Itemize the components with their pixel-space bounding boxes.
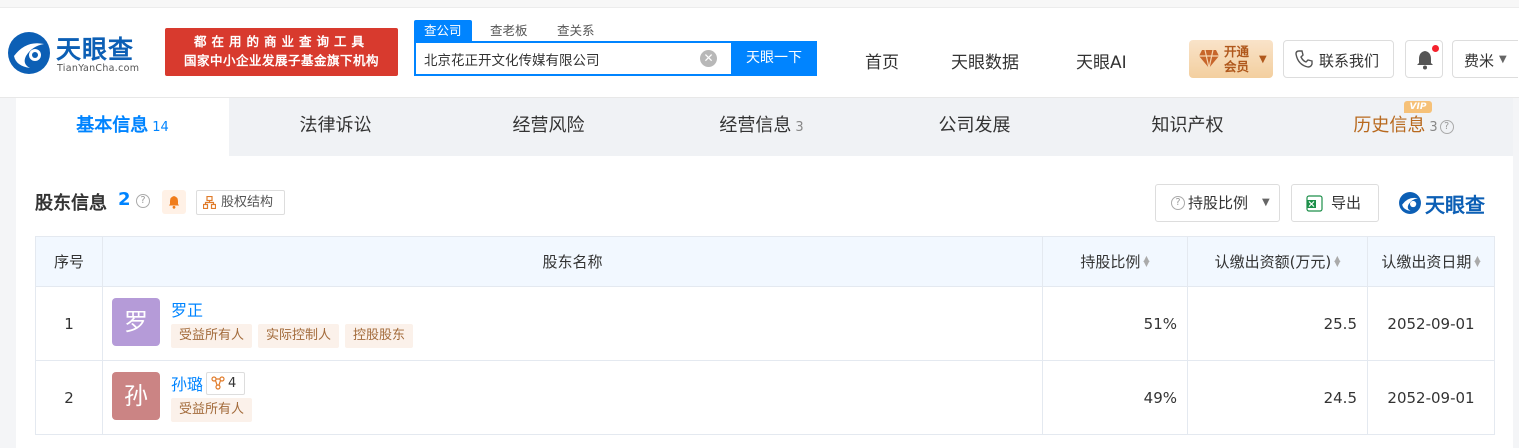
search-box: ✕ [414, 41, 731, 76]
tag-list: 受益所有人 [171, 398, 258, 422]
help-icon[interactable]: ? [136, 194, 150, 208]
phone-icon [1295, 50, 1313, 68]
avatar[interactable]: 罗 [112, 298, 160, 346]
sort-icon: ▲ ▼ [1334, 254, 1341, 268]
nav-ai[interactable]: 天眼AI [1076, 48, 1127, 73]
vip-badge: VIP [1404, 101, 1432, 113]
vip-button[interactable]: 开通 会员 ▼ [1189, 40, 1273, 78]
promo-banner[interactable]: 都在用的商业查询工具 国家中小企业发展子基金旗下机构 [165, 28, 398, 76]
banner-line-1: 都在用的商业查询工具 [193, 34, 369, 49]
bell-icon [1417, 51, 1433, 70]
date-value: 2052-09-01 [1367, 286, 1495, 361]
export-button[interactable]: 导出 [1291, 184, 1379, 222]
shareholder-table: 序号 股东名称 持股比例 ▲ ▼ 认缴出资额(万元) ▲ ▼ 认缴出资日期 ▲ ▼ 1 罗 … [35, 236, 1495, 435]
diamond-icon [1199, 49, 1219, 69]
tag-beneficial-owner[interactable]: 受益所有人 [171, 324, 253, 348]
date-value: 2052-09-01 [1367, 360, 1495, 435]
nav-data[interactable]: 天眼数据 [951, 48, 1019, 73]
contact-button[interactable]: 联系我们 [1283, 40, 1394, 78]
search-button[interactable]: 天眼一下 [731, 41, 817, 76]
caret-down-icon: ▼ [1262, 197, 1270, 208]
logo-text: 天眼查 [56, 35, 135, 64]
amount-value: 24.5 [1187, 360, 1368, 435]
shareholder-name-cell: 孙 孙璐 4 受益所有人 [102, 360, 1043, 435]
tianyancha-logo-icon [1399, 192, 1421, 214]
col-name: 股东名称 [102, 236, 1043, 287]
browser-top-strip [0, 0, 1519, 8]
tianyancha-watermark: 天眼查 [1398, 188, 1498, 218]
search-input[interactable] [416, 43, 686, 74]
excel-icon [1306, 195, 1323, 212]
amount-value: 25.5 [1187, 286, 1368, 361]
relation-icon [211, 376, 225, 390]
related-companies-badge[interactable]: 4 [206, 372, 245, 395]
tianyancha-logo[interactable]: 天眼查 TianYanCha.com [6, 30, 158, 80]
avatar[interactable]: 孙 [112, 372, 160, 420]
ratio-sort-dropdown[interactable]: ? 持股比例 ▼ [1155, 184, 1280, 222]
tab-business[interactable]: 经营信息 3 [655, 98, 868, 156]
user-menu-button[interactable]: 费米 ▼ [1452, 40, 1518, 78]
nav-home[interactable]: 首页 [865, 48, 899, 73]
notification-dot [1432, 45, 1439, 52]
bell-icon [169, 196, 179, 209]
user-name: 费米 [1464, 52, 1495, 70]
table-header-row: 序号 股东名称 持股比例 ▲ ▼ 认缴出资额(万元) ▲ ▼ 认缴出资日期 ▲ ▼ [35, 236, 1495, 287]
shareholder-name-cell: 罗 罗正 受益所有人 实际控制人 控股股东 [102, 286, 1043, 361]
help-icon: ? [1171, 196, 1185, 210]
search-tab-relation[interactable]: 查关系 [557, 20, 595, 41]
tianyancha-logo-icon [8, 32, 50, 74]
tag-list: 受益所有人 实际控制人 控股股东 [171, 324, 419, 348]
logo-subtext: TianYanCha.com [57, 63, 140, 74]
ratio-value: 51% [1042, 286, 1188, 361]
table-row: 1 罗 罗正 受益所有人 实际控制人 控股股东 51% 25.5 2052-09-0… [35, 286, 1495, 361]
tag-actual-controller[interactable]: 实际控制人 [258, 324, 340, 348]
vip-label: 开通 会员 [1224, 44, 1250, 74]
tab-risk[interactable]: 经营风险 [442, 98, 655, 156]
company-tab-bar: 基本信息 14 法律诉讼 经营风险 经营信息 3 公司发展 知识产权 历史信息 3? [16, 98, 1513, 156]
notification-button[interactable] [1405, 40, 1443, 78]
equity-structure-icon [203, 196, 216, 209]
sort-icon: ▲ ▼ [1474, 254, 1481, 268]
col-ratio[interactable]: 持股比例 ▲ ▼ [1042, 236, 1188, 287]
section-title: 股东信息 [35, 193, 107, 214]
monitor-button[interactable] [162, 190, 186, 214]
equity-structure-button[interactable]: 股权结构 [196, 190, 285, 215]
tag-controlling-shareholder[interactable]: 控股股东 [345, 324, 414, 348]
clear-icon[interactable]: ✕ [700, 50, 717, 67]
col-amount[interactable]: 认缴出资额(万元) ▲ ▼ [1187, 236, 1368, 287]
tag-beneficial-owner[interactable]: 受益所有人 [171, 398, 253, 422]
watermark-text: 天眼查 [1425, 193, 1485, 217]
banner-line-2: 国家中小企业发展子基金旗下机构 [183, 53, 379, 68]
shareholder-card: 股东信息 2 ? 股权结构 ? 持股比例 ▼ 导出 天眼查 序号 股东名称 持股… [16, 156, 1513, 448]
top-header: 天眼查 TianYanCha.com 都在用的商业查询工具 国家中小企业发展子基… [0, 0, 1519, 98]
contact-label: 联系我们 [1319, 52, 1380, 70]
tab-ip[interactable]: 知识产权 [1081, 98, 1294, 156]
tab-legal[interactable]: 法律诉讼 [229, 98, 442, 156]
search-tab-company[interactable]: 查公司 [414, 20, 472, 41]
tab-basic-info[interactable]: 基本信息 14 [16, 98, 229, 156]
row-index: 2 [35, 360, 103, 435]
section-count: 2 [118, 189, 131, 210]
row-index: 1 [35, 286, 103, 361]
shareholder-name-link[interactable]: 孙璐 [171, 371, 203, 395]
sort-icon: ▲ ▼ [1143, 254, 1150, 268]
col-index: 序号 [35, 236, 103, 287]
caret-down-icon: ▼ [1259, 54, 1267, 65]
search-tab-boss[interactable]: 查老板 [490, 20, 528, 41]
caret-down-icon: ▼ [1499, 54, 1507, 65]
col-date[interactable]: 认缴出资日期 ▲ ▼ [1367, 236, 1495, 287]
shareholder-name-link[interactable]: 罗正 [171, 297, 203, 321]
ratio-value: 49% [1042, 360, 1188, 435]
table-row: 2 孙 孙璐 4 受益所有人 49% 24.5 2052-09-01 [35, 360, 1495, 435]
help-icon[interactable]: ? [1439, 120, 1454, 134]
tab-development[interactable]: 公司发展 [868, 98, 1081, 156]
